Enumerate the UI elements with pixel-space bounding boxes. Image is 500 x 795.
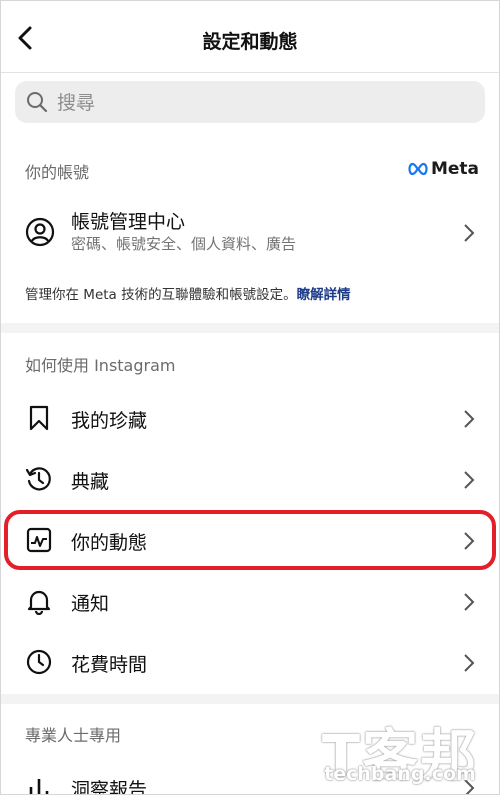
section-divider [1,694,499,704]
bar-chart-icon [29,779,49,794]
search-bar[interactable] [15,81,485,125]
learn-more-link[interactable]: 瞭解詳情 [297,287,351,303]
menu-item-label: 花費時間 [71,654,148,676]
chevron-right-icon [464,654,475,672]
menu-item-time-spent[interactable]: 花費時間 [1,634,499,692]
section-heading-professional: 專業人士專用 [25,726,122,745]
clock-icon [26,649,52,675]
footnote-text: 管理你在 Meta 技術的互聯體驗和帳號設定。 [25,287,297,303]
archive-history-icon [25,467,51,491]
meta-infinity-icon [408,162,428,176]
meta-logo: Meta [407,159,479,179]
watermark: T客邦 techbang.com [315,709,485,789]
menu-item-notifications[interactable]: 通知 [1,573,499,631]
chevron-right-icon [464,224,475,242]
bell-icon [27,590,51,615]
section-heading-usage: 如何使用 Instagram [25,356,176,375]
page-title: 設定和動態 [202,31,298,53]
menu-item-saved[interactable]: 我的珍藏 [1,390,499,448]
search-icon [27,92,48,113]
header-divider [1,72,499,73]
header: 設定和動態 [1,1,499,73]
section-heading-account: 你的帳號 [25,163,90,182]
bookmark-icon [29,405,49,431]
menu-item-label: 典藏 [71,471,110,493]
chevron-right-icon [464,532,475,550]
accounts-center-row[interactable]: 帳號管理中心 密碼、帳號安全、個人資料、廣告 [1,199,499,271]
search-input[interactable] [55,81,459,125]
settings-screen: 設定和動態 你的帳號 Meta 帳號管理中心 密碼、帳號安全、個人資料、廣告 管… [0,0,500,795]
menu-item-label: 我的珍藏 [71,410,148,432]
meta-logo-text: Meta [430,159,479,179]
menu-item-label: 通知 [71,593,110,615]
menu-item-archive[interactable]: 典藏 [1,451,499,509]
accounts-center-title: 帳號管理中心 [71,211,186,233]
user-circle-icon [25,217,55,247]
accounts-center-footnote: 管理你在 Meta 技術的互聯體驗和帳號設定。瞭解詳情 [25,283,351,303]
watermark-url: techbang.com [324,763,476,785]
menu-item-label: 你的動態 [71,532,148,554]
activity-icon [26,527,52,553]
menu-item-label: 洞察報告 [71,779,148,795]
section-divider [1,323,499,333]
chevron-right-icon [464,593,475,611]
chevron-right-icon [464,471,475,489]
accounts-center-subtitle: 密碼、帳號安全、個人資料、廣告 [71,235,297,253]
chevron-right-icon [464,410,475,428]
menu-item-your-activity[interactable]: 你的動態 [1,512,499,570]
